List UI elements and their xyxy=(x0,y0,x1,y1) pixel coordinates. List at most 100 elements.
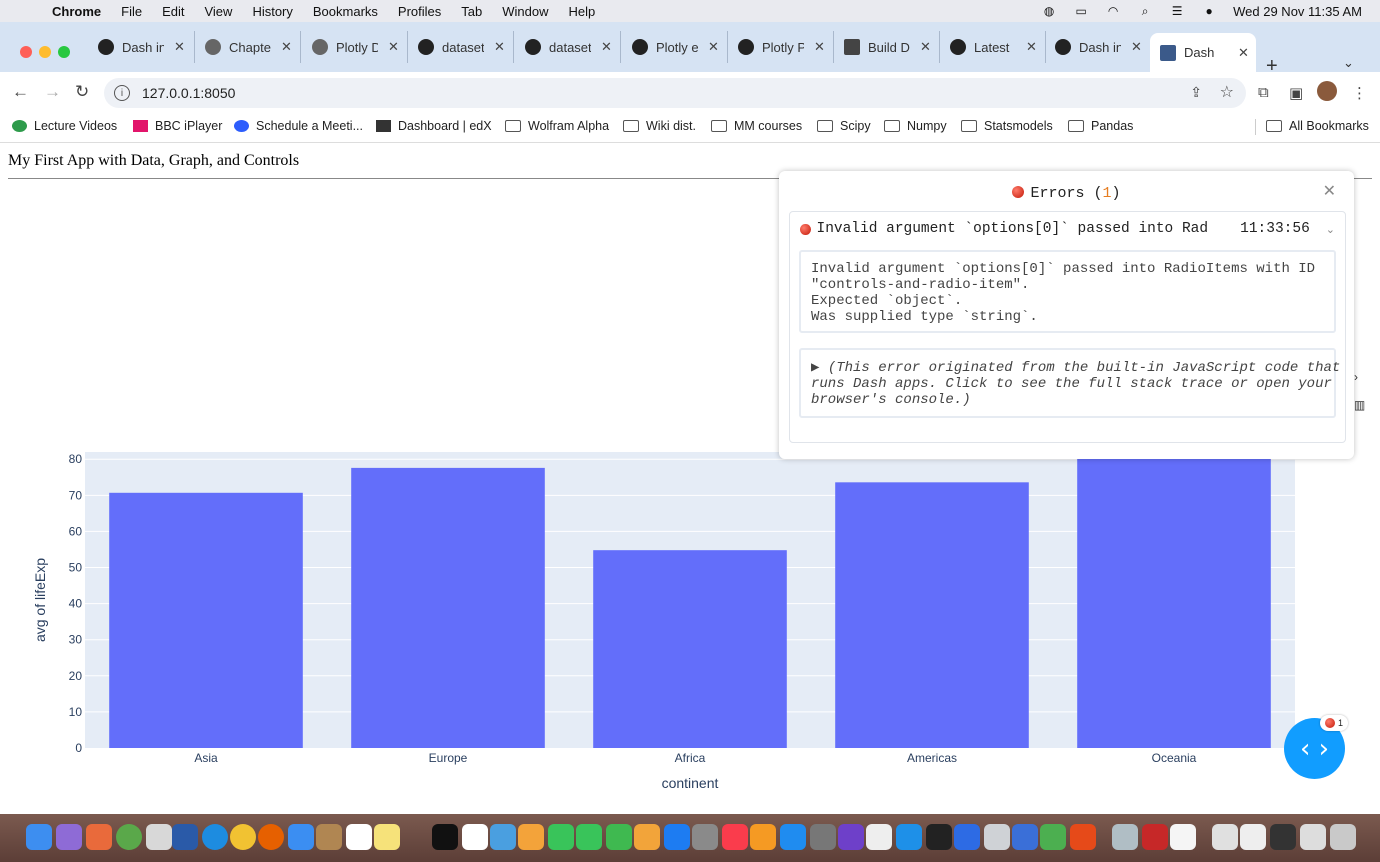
numbers-icon[interactable] xyxy=(606,824,632,850)
bookmark-item[interactable]: Dashboard | edX xyxy=(376,119,492,133)
control-center-icon[interactable]: ☰ xyxy=(1169,4,1185,18)
window-close-button[interactable] xyxy=(20,46,32,58)
extensions-puzzle-icon[interactable]: ⧉ xyxy=(1258,84,1269,101)
browser-tab[interactable]: dataset ✕ xyxy=(418,31,514,63)
close-icon[interactable]: ✕ xyxy=(1323,181,1336,201)
tab-close-icon[interactable]: ✕ xyxy=(920,39,931,55)
browser-tab[interactable]: dataset ✕ xyxy=(525,31,621,63)
siri-icon[interactable]: ● xyxy=(1201,4,1217,18)
battery-icon[interactable]: ▭ xyxy=(1073,4,1089,18)
forward-arrow-icon[interactable]: → xyxy=(44,82,61,102)
tab-close-icon[interactable]: ✕ xyxy=(281,39,292,55)
tab-close-icon[interactable]: ✕ xyxy=(1026,39,1037,55)
window-minimize-button[interactable] xyxy=(39,46,51,58)
tv-icon[interactable] xyxy=(432,824,458,850)
notes-icon[interactable] xyxy=(374,824,400,850)
menu-profiles[interactable]: Profiles xyxy=(398,4,441,19)
chevron-down-icon[interactable]: ⌄ xyxy=(1326,223,1335,236)
messages-icon[interactable] xyxy=(548,824,574,850)
document-icon[interactable] xyxy=(1270,824,1296,850)
tab-close-icon[interactable]: ✕ xyxy=(708,39,719,55)
app-icon[interactable] xyxy=(1070,824,1096,850)
app-icon[interactable] xyxy=(1012,824,1038,850)
bookmark-item[interactable]: Schedule a Meeti... xyxy=(234,119,363,133)
books-icon[interactable] xyxy=(750,824,776,850)
document-icon[interactable] xyxy=(1170,824,1196,850)
siri-app-icon[interactable] xyxy=(56,824,82,850)
menu-file[interactable]: File xyxy=(121,4,142,19)
reload-icon[interactable]: ↻ xyxy=(75,82,89,102)
search-icon[interactable]: ⌕ xyxy=(1137,4,1153,18)
tab-close-icon[interactable]: ✕ xyxy=(601,39,612,55)
pages-icon[interactable] xyxy=(634,824,660,850)
app-icon[interactable] xyxy=(984,824,1010,850)
tab-search-chevron-icon[interactable]: ⌄ xyxy=(1343,55,1354,71)
app-icon[interactable] xyxy=(146,824,172,850)
browser-tab[interactable]: Latest ✕ xyxy=(950,31,1046,63)
facetime-icon[interactable] xyxy=(576,824,602,850)
chrome-icon[interactable] xyxy=(230,824,256,850)
browser-tab[interactable]: Plotly P ✕ xyxy=(738,31,834,63)
calendar-icon[interactable] xyxy=(346,824,372,850)
system-settings-icon[interactable] xyxy=(810,824,836,850)
app-icon[interactable] xyxy=(866,824,892,850)
terminal-icon[interactable] xyxy=(926,824,952,850)
r-app-icon[interactable] xyxy=(172,824,198,850)
menubar-clock[interactable]: Wed 29 Nov 11:35 AM xyxy=(1233,4,1362,19)
document-icon[interactable] xyxy=(1300,824,1326,850)
wifi-icon[interactable]: ◠ xyxy=(1105,4,1121,18)
menu-window[interactable]: Window xyxy=(502,4,548,19)
modebar-plotly-icon[interactable]: ▥ xyxy=(1354,398,1365,412)
trash-icon[interactable] xyxy=(1330,824,1356,850)
bookmark-star-icon[interactable]: ☆ xyxy=(1220,82,1234,102)
tab-close-icon[interactable]: ✕ xyxy=(814,39,825,55)
menu-history[interactable]: History xyxy=(252,4,292,19)
finder-icon[interactable] xyxy=(26,824,52,850)
bookmark-folder[interactable]: Numpy xyxy=(884,119,947,133)
browser-tab[interactable]: Dash in ✕ xyxy=(98,31,195,63)
bar-chart[interactable]: 0 10 20 30 40 50 60 70 80 Asia Europe Africa America… xyxy=(0,433,1320,813)
document-icon[interactable] xyxy=(1212,824,1238,850)
app-icon[interactable] xyxy=(1112,824,1138,850)
tab-close-icon[interactable]: ✕ xyxy=(1238,45,1249,61)
bookmark-folder[interactable]: Scipy xyxy=(817,119,871,133)
address-bar[interactable]: i 127.0.0.1:8050 ⇪ ☆ xyxy=(104,78,1246,108)
all-bookmarks-folder[interactable]: All Bookmarks xyxy=(1266,119,1369,133)
back-arrow-icon[interactable]: ← xyxy=(12,82,29,102)
error-summary-row[interactable]: Invalid argument `options[0]` passed int… xyxy=(800,221,1335,237)
browser-tab[interactable]: Plotly D ✕ xyxy=(312,31,408,63)
music-icon[interactable] xyxy=(722,824,748,850)
document-icon[interactable] xyxy=(1240,824,1266,850)
tex-icon[interactable] xyxy=(692,824,718,850)
side-panel-icon[interactable]: ▣ xyxy=(1289,84,1303,102)
menu-bookmarks[interactable]: Bookmarks xyxy=(313,4,378,19)
modebar-arrow-icon[interactable]: › xyxy=(1354,370,1358,384)
browser-tab[interactable]: Build D ✕ xyxy=(844,31,940,63)
maps-icon[interactable] xyxy=(490,824,516,850)
menu-app-name[interactable]: Chrome xyxy=(52,4,101,19)
bookmark-folder[interactable]: Wiki dist. xyxy=(623,119,696,133)
bookmark-folder[interactable]: MM courses xyxy=(711,119,802,133)
bookmark-folder[interactable]: Pandas xyxy=(1068,119,1133,133)
app-icon[interactable] xyxy=(1040,824,1066,850)
debug-error-badge[interactable]: 1 xyxy=(1320,715,1348,731)
zoom-icon[interactable] xyxy=(954,824,980,850)
keynote-icon[interactable] xyxy=(664,824,690,850)
menu-tab[interactable]: Tab xyxy=(461,4,482,19)
launchpad-icon[interactable] xyxy=(86,824,112,850)
tab-close-icon[interactable]: ✕ xyxy=(1131,39,1142,55)
contacts-icon[interactable] xyxy=(316,824,342,850)
profile-avatar[interactable] xyxy=(1317,81,1337,101)
window-zoom-button[interactable] xyxy=(58,46,70,58)
address-url[interactable]: 127.0.0.1:8050 xyxy=(142,85,235,101)
menu-edit[interactable]: Edit xyxy=(162,4,184,19)
photos-icon[interactable] xyxy=(518,824,544,850)
browser-tab-active[interactable]: Dash ✕ xyxy=(1150,33,1256,72)
menu-view[interactable]: View xyxy=(204,4,232,19)
bookmark-item[interactable]: BBC iPlayer xyxy=(133,119,222,133)
bookmark-item[interactable]: Lecture Videos xyxy=(12,119,117,133)
mail-icon[interactable] xyxy=(288,824,314,850)
error-origin-toggle[interactable]: ▶ (This error originated from the built-… xyxy=(799,348,1340,418)
globe-icon[interactable]: ◍ xyxy=(1041,4,1057,18)
share-icon[interactable]: ⇪ xyxy=(1190,84,1202,101)
